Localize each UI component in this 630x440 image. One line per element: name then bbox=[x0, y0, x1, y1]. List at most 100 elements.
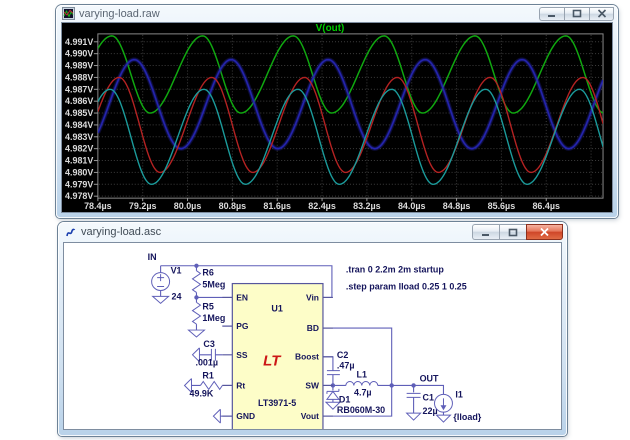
spice-directive-step[interactable]: .step param Iload 0.25 1 0.25 bbox=[346, 282, 467, 292]
r5-value: 1Meg bbox=[202, 313, 225, 323]
x-tick-label: 79.2µs bbox=[129, 201, 157, 211]
plot-window: varying-load.raw 4.991V 4.990V 4.989V4.988… bbox=[56, 5, 618, 218]
y-tick-label: 4.987V bbox=[65, 84, 93, 94]
r6-value: 5Meg bbox=[202, 280, 225, 290]
c3-ref: C3 bbox=[203, 339, 214, 349]
resistor-r6[interactable] bbox=[192, 271, 200, 293]
y-tick-label: 4.990V bbox=[65, 49, 93, 59]
v1-ref: V1 bbox=[171, 266, 182, 276]
d1-value: RB060M-30 bbox=[337, 405, 385, 415]
ground-symbol bbox=[153, 296, 169, 303]
x-tick-label: 80.8µs bbox=[219, 201, 247, 211]
ground-gnd-pin[interactable] bbox=[213, 409, 220, 423]
y-tick-label: 4.982V bbox=[65, 144, 93, 154]
c2-ref: C2 bbox=[337, 350, 348, 360]
waveform-pane[interactable]: 4.991V 4.990V 4.989V4.988V 4.987V 4.986V 4.98… bbox=[61, 22, 613, 213]
v1-value: 24 bbox=[172, 291, 182, 301]
net-label-out[interactable]: OUT bbox=[420, 374, 439, 384]
ground-symbol bbox=[437, 415, 451, 422]
pin-rt: Rt bbox=[236, 380, 245, 390]
r1-ref: R1 bbox=[202, 371, 213, 381]
desktop: varying-load.raw 4.991V 4.990V 4.989V4.988… bbox=[0, 0, 630, 440]
pin-vin: Vin bbox=[306, 292, 319, 302]
close-button[interactable] bbox=[589, 7, 614, 21]
y-tick-label: 4.991V bbox=[65, 37, 93, 47]
waveform-file-icon bbox=[62, 7, 75, 20]
y-tick-label: 4.986V bbox=[65, 96, 93, 106]
schematic-canvas[interactable]: IN V1 24 R6 5Meg R5 1Meg bbox=[64, 243, 561, 429]
x-tick-label: 82.4µs bbox=[308, 201, 336, 211]
net-label-in[interactable]: IN bbox=[148, 252, 157, 262]
c1-ref: C1 bbox=[423, 392, 434, 402]
spice-directive-tran[interactable]: .tran 0 2.2m 2m startup bbox=[346, 265, 445, 275]
x-axis-labels: 78.4µs 79.2µs 80.0µs 80.8µs 81.6µs 82.4µs 83.2… bbox=[84, 198, 560, 211]
minimize-icon bbox=[481, 228, 491, 237]
r5-ref: R5 bbox=[202, 301, 213, 311]
traces[interactable] bbox=[98, 36, 603, 184]
y-tick-label: 4.985V bbox=[65, 108, 93, 118]
x-tick-label: 78.4µs bbox=[84, 201, 112, 211]
pin-pg: PG bbox=[236, 321, 249, 331]
y-axis-labels: 4.991V 4.990V 4.989V4.988V 4.987V 4.986V 4.98… bbox=[65, 37, 98, 201]
trace-Iload=0.50[interactable] bbox=[98, 60, 603, 149]
x-tick-label: 84.0µs bbox=[398, 201, 426, 211]
r6-ref: R6 bbox=[202, 268, 213, 278]
pin-gnd: GND bbox=[236, 411, 255, 421]
pin-sw: SW bbox=[305, 380, 319, 390]
inductor-l1[interactable] bbox=[346, 382, 378, 386]
x-tick-label: 81.6µs bbox=[263, 201, 291, 211]
c3-value: .001µ bbox=[195, 358, 218, 368]
schematic-window: varying-load.asc bbox=[58, 222, 567, 436]
plot-window-titlebar[interactable]: varying-load.raw bbox=[56, 5, 618, 22]
x-tick-label: 86.4µs bbox=[532, 201, 560, 211]
pin-boost: Boost bbox=[295, 352, 319, 362]
y-tick-label: 4.978V bbox=[65, 191, 93, 201]
capacitor-c2[interactable] bbox=[327, 371, 340, 375]
pin-bd: BD bbox=[307, 323, 319, 333]
current-source-i1[interactable] bbox=[435, 394, 453, 422]
l1-ref: L1 bbox=[357, 370, 367, 380]
lt-logo-icon: LT bbox=[263, 354, 282, 370]
maximize-button[interactable] bbox=[499, 224, 526, 240]
minimize-button[interactable] bbox=[472, 224, 499, 240]
y-tick-label: 4.988V bbox=[65, 72, 93, 82]
y-tick-label: 4.979V bbox=[65, 179, 93, 189]
schematic-window-title: varying-load.asc bbox=[81, 226, 468, 238]
y-tick-label: 4.983V bbox=[65, 132, 93, 142]
y-tick-label: 4.989V bbox=[65, 61, 93, 71]
schematic-pane[interactable]: IN V1 24 R6 5Meg R5 1Meg bbox=[63, 242, 562, 430]
r1-value: 49.9K bbox=[189, 388, 213, 398]
minimize-button[interactable] bbox=[539, 7, 564, 21]
i1-value: {Iload} bbox=[453, 412, 481, 422]
schematic-window-titlebar[interactable]: varying-load.asc bbox=[58, 222, 567, 242]
pin-vout: Vout bbox=[301, 411, 319, 421]
close-button[interactable] bbox=[526, 224, 563, 240]
pin-ss: SS bbox=[236, 350, 248, 360]
maximize-icon bbox=[572, 9, 582, 18]
y-tick-label: 4.980V bbox=[65, 167, 93, 177]
maximize-icon bbox=[508, 228, 518, 237]
close-icon bbox=[597, 9, 607, 18]
x-tick-label: 84.8µs bbox=[443, 201, 471, 211]
schematic-file-icon bbox=[64, 226, 77, 239]
chip-u1[interactable]: EN PG SS Rt GND Vin BD Boost SW Vout U1 … bbox=[222, 284, 333, 429]
x-tick-label: 83.2µs bbox=[353, 201, 381, 211]
y-tick-label: 4.981V bbox=[65, 156, 93, 166]
pin-en: EN bbox=[236, 292, 248, 302]
ground-symbol bbox=[188, 330, 204, 337]
maximize-button[interactable] bbox=[564, 7, 589, 21]
y-tick-label: 4.984V bbox=[65, 120, 93, 130]
chip-part: LT3971-5 bbox=[258, 398, 296, 408]
waveform-plot[interactable]: 4.991V 4.990V 4.989V4.988V 4.987V 4.986V 4.98… bbox=[62, 23, 612, 212]
c2-value: .47µ bbox=[337, 361, 355, 371]
close-icon bbox=[539, 227, 550, 237]
d1-ref: D1 bbox=[339, 394, 350, 404]
l1-value: 4.7µ bbox=[354, 387, 372, 397]
x-tick-label: 80.0µs bbox=[174, 201, 202, 211]
voltage-source-v1[interactable] bbox=[152, 273, 170, 304]
i1-ref: I1 bbox=[455, 389, 463, 399]
ground-symbol bbox=[407, 413, 421, 420]
trace-legend-vout[interactable]: V(out) bbox=[316, 23, 345, 34]
minimize-icon bbox=[547, 9, 557, 18]
x-tick-label: 85.6µs bbox=[488, 201, 516, 211]
